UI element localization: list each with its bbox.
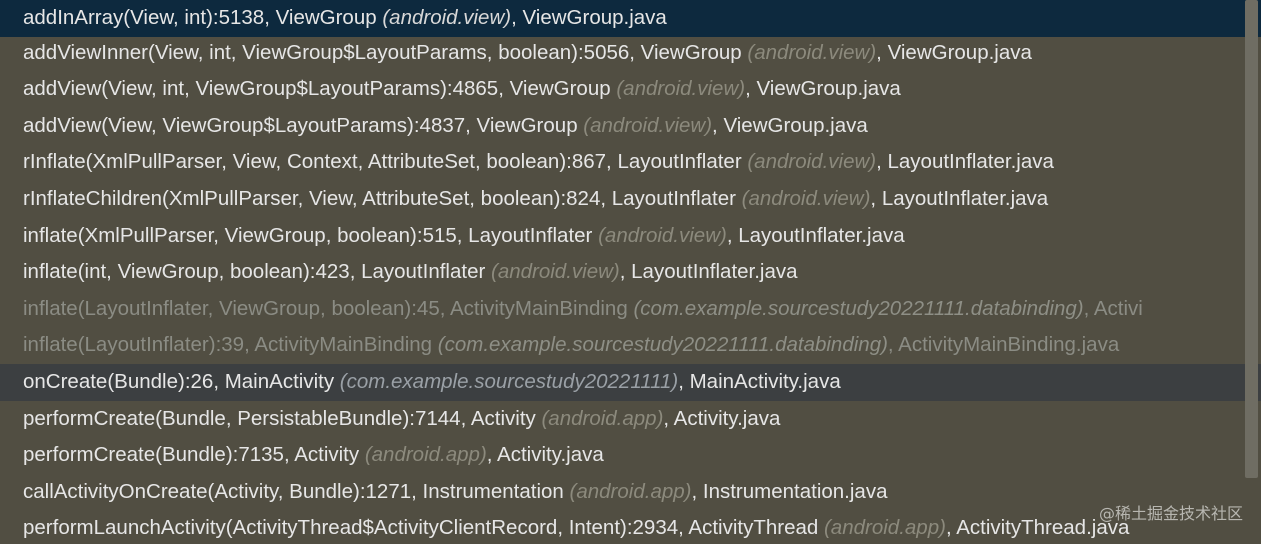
frame-row[interactable]: rInflateChildren(XmlPullParser, View, At… <box>0 181 1243 218</box>
frame-package: (android.view) <box>616 77 746 101</box>
frame-file: , ViewGroup.java <box>511 6 667 29</box>
frame-method: addView(View, ViewGroup$LayoutParams):48… <box>23 113 584 137</box>
frame-package: (android.view) <box>382 6 512 29</box>
frame-row[interactable]: onCreate(Bundle):26, MainActivity (com.e… <box>0 364 1261 401</box>
frame-package: (android.app) <box>823 516 946 540</box>
frame-package: (android.view) <box>583 113 713 137</box>
frame-row[interactable]: performCreate(Bundle, PersistableBundle)… <box>0 401 1243 438</box>
frame-row[interactable]: inflate(LayoutInflater, ViewGroup, boole… <box>0 291 1243 328</box>
frame-file: , LayoutInflater.java <box>876 150 1054 174</box>
frame-file: , Activity.java <box>663 406 781 430</box>
frame-package: (com.example.sourcestudy20221111.databin… <box>437 333 888 357</box>
frame-row[interactable]: inflate(int, ViewGroup, boolean):423, La… <box>0 254 1243 291</box>
frame-package: (android.view) <box>491 260 620 284</box>
frame-method: rInflate(XmlPullParser, View, Context, A… <box>23 150 748 174</box>
frame-file: , Instrumentation.java <box>691 479 888 503</box>
frame-method: inflate(LayoutInflater):39, ActivityMain… <box>23 333 438 357</box>
debugger-frames-panel: addInArray(View, int):5138, ViewGroup (a… <box>0 0 1261 544</box>
frame-file: , ActivityMainBinding.java <box>887 333 1120 357</box>
frame-file: , LayoutInflater.java <box>870 187 1049 210</box>
frame-file: , MainActivity.java <box>678 370 841 393</box>
frame-row[interactable]: performLaunchActivity(ActivityThread$Act… <box>0 510 1243 544</box>
frame-method: rInflateChildren(XmlPullParser, View, At… <box>23 187 742 210</box>
frame-package: (com.example.sourcestudy20221111) <box>339 370 679 393</box>
frame-file: , LayoutInflater.java <box>619 260 798 284</box>
frame-method: onCreate(Bundle):26, MainActivity <box>23 370 340 393</box>
frame-file: , ViewGroup.java <box>876 40 1032 64</box>
frame-method: performLaunchActivity(ActivityThread$Act… <box>23 516 824 540</box>
frame-package: (android.app) <box>541 406 664 430</box>
frame-package: (android.app) <box>569 479 692 503</box>
frame-method: inflate(LayoutInflater, ViewGroup, boole… <box>23 296 634 320</box>
frame-row[interactable]: addInArray(View, int):5138, ViewGroup (a… <box>0 0 1261 37</box>
frame-package: (android.view) <box>747 150 877 174</box>
frame-row[interactable]: performCreate(Bundle):7135, Activity (an… <box>0 437 1243 474</box>
frame-method: addViewInner(View, int, ViewGroup$Layout… <box>23 40 748 64</box>
frame-file: , LayoutInflater.java <box>726 223 905 247</box>
frame-package: (android.app) <box>364 443 487 467</box>
frame-file: , Activi <box>1083 296 1143 320</box>
frame-method: performCreate(Bundle):7135, Activity <box>23 443 365 467</box>
frame-method: addInArray(View, int):5138, ViewGroup <box>23 6 383 29</box>
frame-file: , ViewGroup.java <box>712 113 868 137</box>
frame-row[interactable]: inflate(LayoutInflater):39, ActivityMain… <box>0 327 1243 364</box>
frame-package: (com.example.sourcestudy20221111.databin… <box>633 296 1084 320</box>
frame-file: , ViewGroup.java <box>745 77 901 101</box>
frame-method: inflate(XmlPullParser, ViewGroup, boolea… <box>23 223 599 247</box>
frame-method: callActivityOnCreate(Activity, Bundle):1… <box>23 479 570 503</box>
frame-row[interactable]: rInflate(XmlPullParser, View, Context, A… <box>0 144 1243 181</box>
frame-row[interactable]: addView(View, ViewGroup$LayoutParams):48… <box>0 108 1243 145</box>
frame-method: inflate(int, ViewGroup, boolean):423, La… <box>23 260 491 284</box>
frame-row[interactable]: inflate(XmlPullParser, ViewGroup, boolea… <box>0 218 1243 255</box>
frame-method: addView(View, int, ViewGroup$LayoutParam… <box>23 77 617 101</box>
frame-package: (android.view) <box>741 187 871 210</box>
watermark: @稀土掘金技术社区 <box>1098 504 1243 523</box>
frame-package: (android.view) <box>598 223 727 247</box>
frame-row[interactable]: addView(View, int, ViewGroup$LayoutParam… <box>0 71 1243 108</box>
frame-row[interactable]: addViewInner(View, int, ViewGroup$Layout… <box>0 35 1243 72</box>
frame-file: , Activity.java <box>486 443 604 467</box>
vertical-scrollbar[interactable] <box>1243 0 1261 544</box>
frame-package: (android.view) <box>747 40 877 64</box>
frame-row[interactable]: callActivityOnCreate(Activity, Bundle):1… <box>0 474 1243 511</box>
frame-method: performCreate(Bundle, PersistableBundle)… <box>23 406 542 430</box>
scrollbar-thumb[interactable] <box>1245 0 1258 478</box>
